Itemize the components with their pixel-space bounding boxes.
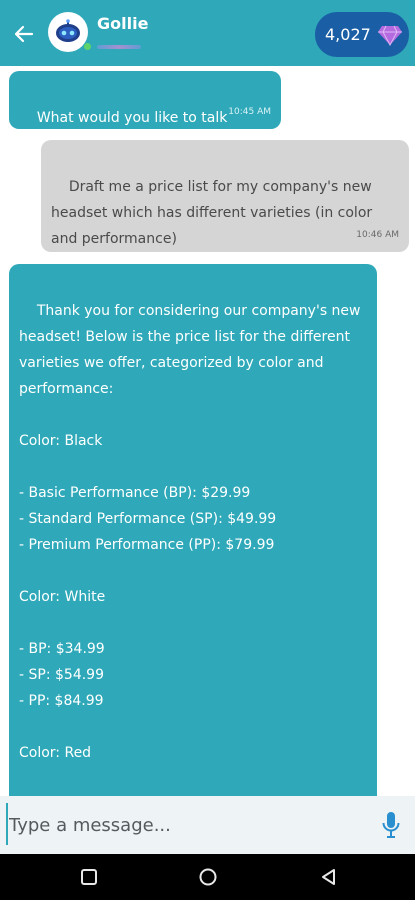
message-time: 10:45 AM bbox=[228, 107, 271, 117]
message-list[interactable]: What would you like to talk about? 10:45… bbox=[0, 66, 415, 796]
message-input[interactable] bbox=[9, 806, 359, 844]
text-cursor bbox=[6, 803, 8, 845]
robot-avatar-icon bbox=[56, 19, 80, 42]
online-status-dot bbox=[83, 42, 92, 51]
gem-balance-badge[interactable]: 4,027 bbox=[315, 12, 409, 57]
bot-avatar[interactable] bbox=[48, 12, 88, 52]
user-message: Draft me a price list for my company's n… bbox=[41, 140, 409, 252]
square-icon[interactable] bbox=[79, 867, 99, 887]
microphone-icon[interactable] bbox=[381, 811, 401, 839]
gem-count: 4,027 bbox=[325, 25, 371, 44]
message-text: Thank you for considering our company's … bbox=[19, 303, 361, 761]
triangle-back-icon[interactable] bbox=[319, 867, 339, 887]
arrow-left-icon[interactable] bbox=[12, 22, 36, 46]
bot-name: Gollie bbox=[97, 14, 149, 33]
system-nav-bar bbox=[0, 854, 415, 900]
bot-message: Thank you for considering our company's … bbox=[9, 264, 377, 796]
chat-header: Gollie 4,027 bbox=[0, 0, 415, 66]
diamond-icon bbox=[377, 25, 402, 46]
bot-message: What would you like to talk about? 10:45… bbox=[9, 71, 281, 152]
message-time: 10:46 AM bbox=[356, 230, 399, 240]
message-composer bbox=[0, 796, 415, 854]
message-text: Draft me a price list for my company's n… bbox=[51, 179, 373, 247]
bot-status-indicator bbox=[97, 45, 141, 49]
circle-icon[interactable] bbox=[198, 867, 218, 887]
